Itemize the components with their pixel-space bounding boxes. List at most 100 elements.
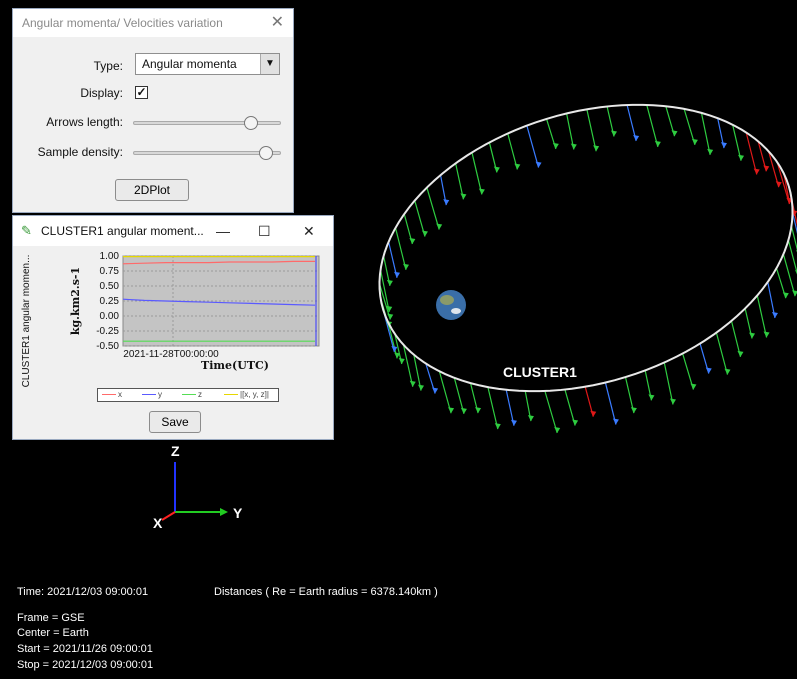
center-readout: Center = Earth (17, 627, 89, 639)
orbit-arrowhead (554, 426, 561, 433)
legend-swatch (142, 394, 156, 396)
orbit-arrowhead (398, 357, 405, 364)
orbit-arrowhead (514, 163, 521, 170)
orbit-arrowhead (738, 154, 745, 161)
orbit-arrow (402, 344, 414, 387)
y-axis-label: kg.km2.s-1 (69, 267, 82, 335)
angular-momenta-window[interactable]: Angular momenta/ Velocities variation ✕ … (12, 8, 294, 213)
orbit-arrow (586, 109, 597, 152)
orbit-arrowhead (409, 238, 416, 245)
line-chart[interactable]: 1.000.750.500.250.00-0.25-0.502021-11-28… (13, 246, 333, 436)
orbit-arrowhead (775, 181, 782, 188)
maximize-icon[interactable]: ☐ (258, 216, 271, 246)
plot-window[interactable]: ✎ CLUSTER1 angular moment... — ☐ ✕ 1.00 0… (12, 215, 334, 440)
orbit-arrow (544, 390, 558, 434)
y-tick-label: 1.00 (100, 251, 120, 262)
orbit-arrowhead (393, 271, 400, 278)
orbit-arrowhead (552, 142, 559, 149)
orbit-arrowhead (409, 380, 416, 387)
orbit-arrowhead (610, 130, 617, 137)
plot-window-title: CLUSTER1 angular moment... (41, 224, 204, 238)
legend-label: z (198, 390, 202, 399)
orbit-arrowhead (527, 415, 534, 422)
orbit-arrowhead (753, 168, 760, 175)
orbit-arrowhead (572, 419, 579, 426)
orbit-arrow (790, 226, 797, 251)
orbit-arrow (646, 104, 659, 148)
legend-swatch (224, 394, 238, 396)
arrows-length-label: Arrows length: (46, 115, 123, 129)
time-readout: Time: 2021/12/03 09:00:01 (17, 586, 149, 598)
earth-cloud (451, 308, 461, 314)
stop-readout: Stop = 2021/12/03 09:00:01 (17, 659, 154, 671)
y-tick-label: 0.75 (100, 266, 120, 277)
type-select[interactable]: Angular momenta ▼ (135, 53, 280, 75)
orbit-arrowhead (737, 350, 744, 357)
orbit-path (378, 103, 794, 393)
orbit-arrowhead (403, 263, 410, 270)
orbit-arrowhead (705, 367, 712, 374)
axis-x-line (161, 511, 176, 521)
display-checkbox[interactable]: ✓ (135, 86, 148, 99)
orbit-arrowhead (763, 165, 770, 172)
orbit-arrowhead (494, 423, 501, 430)
orbit-arrowhead (443, 199, 450, 206)
orbit-arrowhead (612, 418, 619, 425)
arrows-length-knob[interactable] (244, 116, 259, 130)
orbit-arrowhead (448, 407, 455, 414)
orbit-arrowhead (535, 161, 542, 168)
legend-entry: |[x, y, z]| (224, 389, 269, 401)
y-tick-label: 0.50 (100, 281, 120, 292)
orbit-arrowhead (386, 279, 393, 286)
orbit-arrowhead (782, 292, 789, 299)
orbit-arrowhead (630, 407, 637, 414)
orbit-arrow (426, 187, 440, 230)
y-tick-label: 0.00 (100, 311, 120, 322)
orbit-arrowhead (432, 387, 439, 394)
close-icon[interactable]: ✕ (303, 216, 315, 246)
orbit-arrowhead (478, 188, 485, 195)
axis-y-arrowhead (220, 508, 228, 516)
orbit-arrowhead (633, 135, 640, 142)
orbit-arrowhead (720, 142, 727, 149)
orbit-arrowhead (493, 166, 500, 173)
orbit-arrowhead (690, 383, 697, 390)
orbit-arrow (663, 362, 674, 405)
orbit-arrow (394, 227, 407, 270)
y-tick-label: -0.50 (96, 341, 119, 352)
orbit-arrowhead (724, 368, 731, 375)
2dplot-button[interactable]: 2DPlot (115, 179, 189, 201)
earth-land (440, 295, 454, 305)
orbit-arrowhead (707, 148, 714, 155)
save-button[interactable]: Save (149, 411, 201, 433)
orbit-arrowhead (593, 145, 600, 152)
orbit-arrow (487, 386, 499, 430)
orbit-arrowhead (436, 223, 443, 230)
orbit-arrowhead (418, 384, 425, 391)
orbit-arrow (715, 332, 729, 375)
y-tick-label: -0.25 (96, 326, 119, 337)
leaf-icon: ✎ (21, 223, 32, 238)
chart-legend: x y z |[x, y, z]| (97, 388, 279, 402)
orbit-arrowhead (510, 419, 517, 426)
x-axis-label: Time(UTC) (201, 359, 269, 372)
legend-swatch (102, 394, 116, 396)
orbit-arrowhead (648, 394, 655, 401)
distances-note: Distances ( Re = Earth radius = 6378.140… (214, 586, 438, 598)
minimize-icon[interactable]: — (216, 216, 230, 246)
sample-density-knob[interactable] (259, 146, 274, 160)
orbit-arrowhead (475, 407, 482, 414)
orbit-arrowhead (771, 311, 778, 318)
plot-window-titlebar[interactable]: ✎ CLUSTER1 angular moment... — ☐ ✕ (13, 216, 333, 246)
type-select-value: Angular momenta (142, 57, 237, 71)
orbit-arrowhead (749, 332, 756, 339)
orbit-arrowhead (671, 130, 678, 137)
chevron-down-icon[interactable]: ▼ (260, 54, 279, 74)
orbit-arrowhead (570, 143, 577, 150)
y-tick-label: 0.25 (100, 296, 120, 307)
display-label: Display: (80, 86, 123, 100)
arrows-length-slider[interactable] (133, 121, 281, 125)
orbit-arrowhead (460, 407, 467, 414)
earth-disk (436, 290, 466, 320)
legend-label: y (158, 390, 162, 399)
